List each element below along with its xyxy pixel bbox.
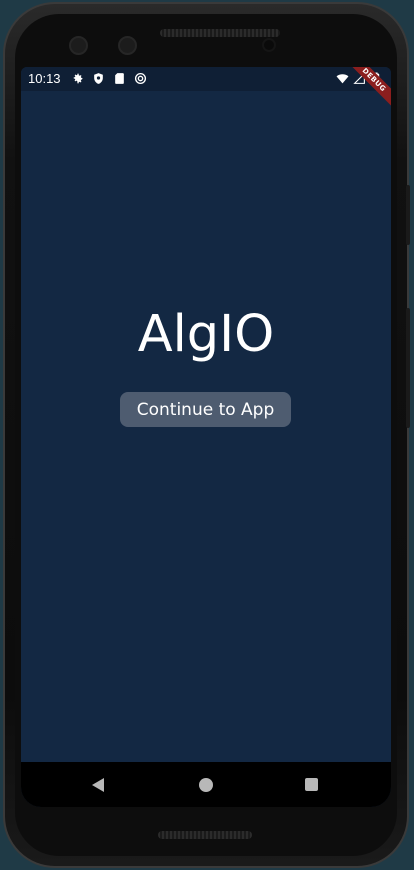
- status-bar: 10:13: [21, 67, 391, 91]
- navigation-bar: [21, 762, 391, 807]
- earpiece-speaker: [160, 29, 280, 37]
- app-screen: 10:13 DEBUG AlgIO Continue to App: [21, 67, 391, 807]
- front-camera-icon: [69, 36, 88, 55]
- continue-to-app-button[interactable]: Continue to App: [120, 392, 291, 427]
- wifi-icon: [336, 74, 349, 84]
- status-time: 10:13: [28, 71, 61, 86]
- settings-icon: [73, 73, 83, 84]
- recents-icon[interactable]: [305, 778, 318, 791]
- power-button: [406, 185, 410, 245]
- app-title: AlgIO: [137, 305, 275, 364]
- home-icon[interactable]: [199, 778, 213, 792]
- shield-icon: [94, 73, 103, 84]
- back-icon[interactable]: [91, 777, 105, 793]
- sync-icon: [134, 72, 147, 85]
- front-sensor-icon: [118, 36, 137, 55]
- proximity-sensor-icon: [262, 38, 276, 52]
- sd-card-icon: [115, 73, 124, 84]
- status-notification-icons: [71, 72, 147, 85]
- volume-button: [406, 308, 410, 428]
- bottom-speaker: [158, 831, 252, 839]
